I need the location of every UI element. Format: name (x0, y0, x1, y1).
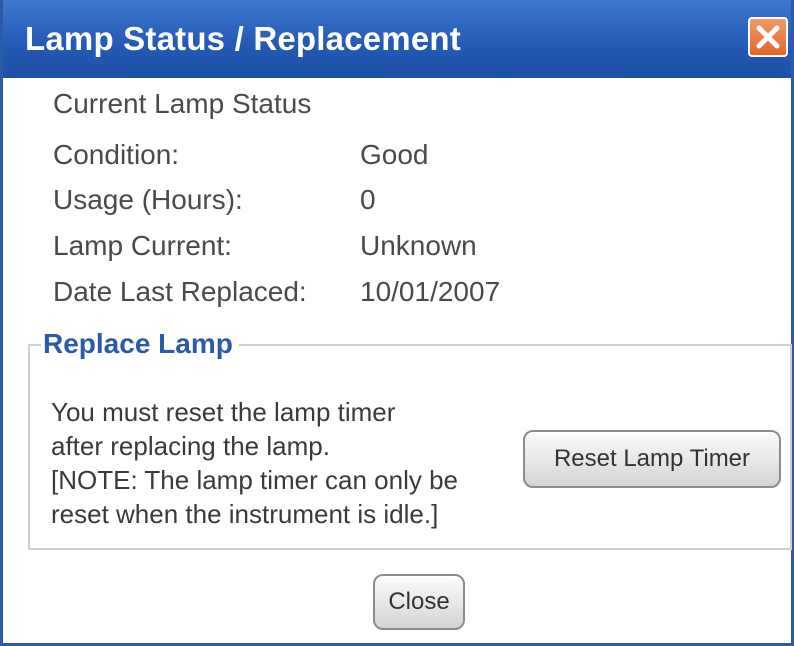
lamp-status-dialog: Lamp Status / Replacement Current Lamp S… (0, 0, 794, 646)
note-line: You must reset the lamp timer (51, 397, 396, 427)
condition-value: Good (360, 139, 429, 170)
note-line: reset when the instrument is idle.] (51, 499, 439, 529)
close-button[interactable]: Close (373, 574, 465, 630)
lamp-current-label: Lamp Current: (53, 230, 232, 261)
date-last-replaced-label: Date Last Replaced: (53, 276, 307, 307)
usage-hours-value: 0 (360, 184, 376, 215)
title-close-button[interactable] (748, 17, 788, 57)
close-icon (756, 25, 780, 49)
condition-label: Condition: (53, 139, 180, 170)
usage-hours-label: Usage (Hours): (53, 184, 243, 215)
lamp-current-value: Unknown (360, 230, 477, 261)
dialog-title: Lamp Status / Replacement (25, 20, 461, 57)
note-line: after replacing the lamp. (51, 431, 330, 461)
replace-lamp-note: You must reset the lamp timer after repl… (51, 395, 521, 531)
note-line: [NOTE: The lamp timer can only be (51, 465, 459, 495)
status-heading: Current Lamp Status (53, 88, 312, 119)
reset-lamp-timer-button[interactable]: Reset Lamp Timer (523, 430, 781, 488)
replace-lamp-legend: Replace Lamp (41, 328, 239, 360)
title-bar[interactable]: Lamp Status / Replacement (3, 0, 791, 78)
date-last-replaced-value: 10/01/2007 (360, 276, 501, 307)
